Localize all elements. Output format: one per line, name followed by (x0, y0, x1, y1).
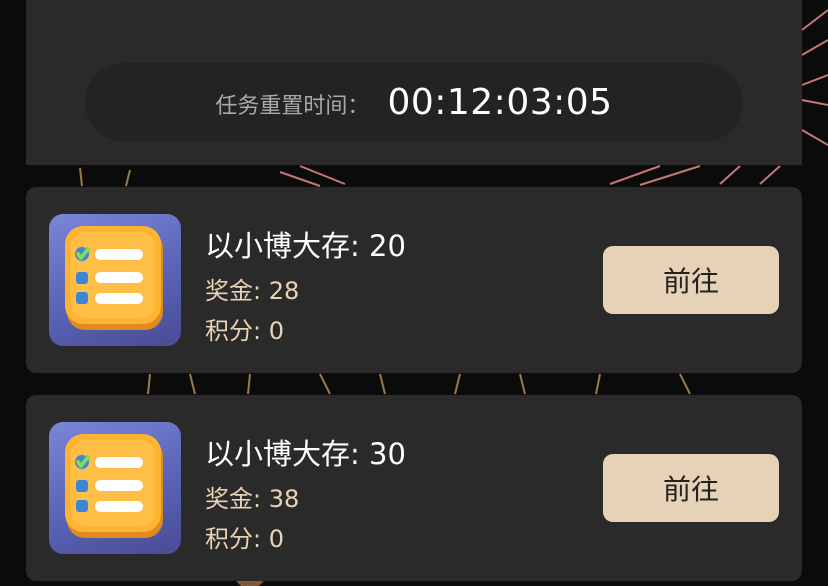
checklist-icon (49, 422, 181, 554)
top-panel: 任务重置时间： 00:12:03:05 (26, 0, 802, 165)
reset-timer: 任务重置时间： 00:12:03:05 (85, 63, 743, 142)
task-points: 积分: 0 (205, 317, 284, 345)
task-card: 以小博大存: 20 奖金: 28 积分: 0 前往 (26, 187, 802, 373)
task-bonus: 奖金: 28 (205, 277, 300, 305)
task-bonus: 奖金: 38 (205, 485, 300, 513)
timer-value: 00:12:03:05 (387, 82, 613, 123)
go-button[interactable]: 前往 (603, 246, 779, 314)
task-title: 以小博大存: 30 (205, 437, 406, 471)
task-card: 以小博大存: 30 奖金: 38 积分: 0 前往 (26, 395, 802, 581)
timer-label: 任务重置时间： (215, 93, 370, 119)
task-points: 积分: 0 (205, 525, 284, 553)
checklist-icon (49, 214, 181, 346)
go-button[interactable]: 前往 (603, 454, 779, 522)
task-title: 以小博大存: 20 (205, 229, 406, 263)
